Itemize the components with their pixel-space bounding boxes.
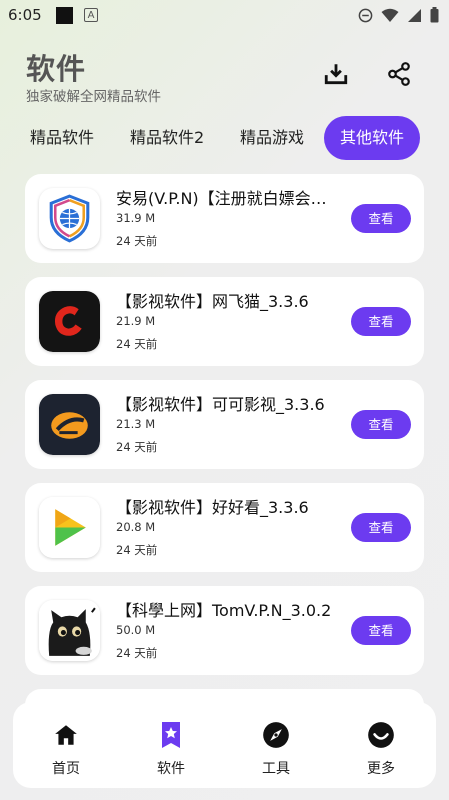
shield-globe-icon [49, 194, 90, 243]
nav-software[interactable]: 软件 [126, 702, 216, 788]
view-button[interactable]: 查看 [351, 307, 411, 336]
app-icon [39, 600, 100, 661]
category-tabs: 精品软件 精品软件2 精品游戏 其他软件 [0, 116, 449, 160]
netcat-logo-icon [39, 291, 100, 352]
status-icons [358, 7, 439, 23]
tab-premium-games[interactable]: 精品游戏 [240, 116, 304, 160]
app-title: 【影视软件】好好看_3.3.6 [116, 498, 309, 517]
list-item[interactable]: 【影视软件】好好看_3.3.6 20.8 M 24 天前 查看 [25, 483, 424, 572]
do-not-disturb-icon [358, 8, 373, 22]
smile-icon [368, 722, 394, 748]
status-time: 6:05 [8, 6, 42, 24]
app-icon [39, 188, 100, 249]
nav-tools[interactable]: 工具 [231, 702, 321, 788]
app-size: 31.9 M [116, 211, 156, 225]
app-icon [39, 291, 100, 352]
tab-premium-software[interactable]: 精品软件 [30, 116, 94, 160]
nav-home[interactable]: 首页 [21, 702, 111, 788]
app-title: 【影视软件】网飞猫_3.3.6 [116, 292, 309, 311]
app-title: 【影视软件】可可影视_3.3.6 [116, 395, 325, 414]
app-time: 24 天前 [116, 543, 158, 557]
battery-icon [430, 7, 439, 23]
list-item[interactable]: 【影视软件】网飞猫_3.3.6 21.9 M 24 天前 查看 [25, 277, 424, 366]
app-time: 24 天前 [116, 234, 158, 248]
tab-other-software[interactable]: 其他软件 [324, 116, 421, 160]
notification-square-icon [56, 7, 73, 24]
app-size: 50.0 M [116, 623, 156, 637]
list-item[interactable]: 【科學上网】TomV.P.N_3.0.2 50.0 M 24 天前 查看 [25, 586, 424, 675]
app-size: 20.8 M [116, 520, 156, 534]
list-item[interactable]: 【影视软件】可可影视_3.3.6 21.3 M 24 天前 查看 [25, 380, 424, 469]
app-size: 21.3 M [116, 417, 156, 431]
nav-more-label: 更多 [367, 761, 395, 777]
signal-icon [408, 8, 421, 22]
status-bar: 6:05 A [0, 0, 449, 32]
app-title: 安易(V.P.N)【注册就白嫖会员】 [116, 189, 341, 208]
play-logo-icon [39, 497, 100, 558]
app-time: 24 天前 [116, 646, 158, 660]
home-icon [55, 725, 77, 745]
view-button[interactable]: 查看 [351, 204, 411, 233]
tab-premium-software-2[interactable]: 精品软件2 [130, 116, 204, 160]
nav-tools-label: 工具 [262, 761, 290, 777]
app-size: 21.9 M [116, 314, 156, 328]
share-button[interactable] [385, 60, 413, 88]
page-title: 软件 [26, 52, 87, 86]
app-icon [39, 394, 100, 455]
page-subtitle: 独家破解全网精品软件 [26, 89, 161, 105]
view-button[interactable]: 查看 [351, 513, 411, 542]
app-time: 24 天前 [116, 337, 158, 351]
bottom-nav: 首页 软件 工具 更多 [13, 702, 436, 788]
compass-icon [263, 722, 289, 748]
black-cat-icon [39, 600, 100, 661]
nav-home-label: 首页 [52, 761, 80, 777]
bookmark-star-icon [162, 722, 180, 748]
view-button[interactable]: 查看 [351, 410, 411, 439]
list-item[interactable]: 安易(V.P.N)【注册就白嫖会员】 31.9 M 24 天前 查看 [25, 174, 424, 263]
download-icon [324, 64, 348, 85]
download-button[interactable] [322, 60, 350, 88]
nav-software-label: 软件 [157, 761, 185, 777]
keke-logo-icon [39, 394, 100, 455]
notification-a-icon: A [84, 8, 98, 22]
app-title: 【科學上网】TomV.P.N_3.0.2 [116, 601, 332, 620]
app-icon [39, 497, 100, 558]
view-button[interactable]: 查看 [351, 616, 411, 645]
app-time: 24 天前 [116, 440, 158, 454]
nav-more[interactable]: 更多 [336, 702, 426, 788]
share-icon [388, 62, 410, 86]
wifi-icon [381, 8, 399, 22]
